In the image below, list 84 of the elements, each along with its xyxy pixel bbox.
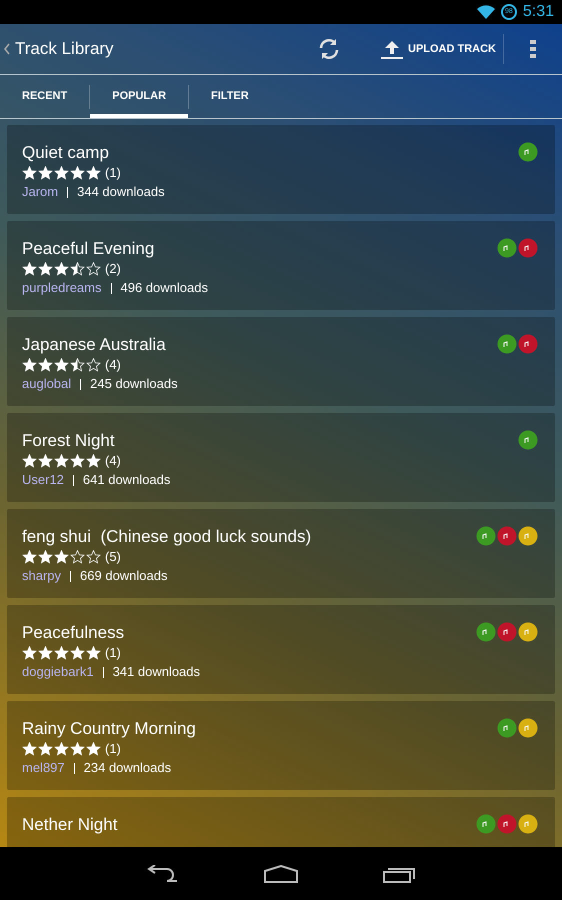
refresh-icon[interactable] <box>317 37 341 61</box>
star-icon <box>22 550 37 564</box>
star-icon <box>86 550 101 564</box>
download-count: 641 downloads <box>82 471 170 489</box>
star-icon <box>70 262 85 276</box>
track-title: feng shui (Chinese good luck sounds) <box>22 526 312 548</box>
star-icon <box>38 262 53 276</box>
back-icon[interactable] <box>147 864 179 882</box>
rating-count: (1) <box>105 740 121 758</box>
track-card[interactable]: Japanese Australia (4) auglobal 245 downloads <box>7 317 555 406</box>
star-icon <box>22 742 37 756</box>
download-count: 245 downloads <box>90 375 178 393</box>
star-icon <box>70 646 85 660</box>
track-card[interactable]: Quiet camp (1) Jarom 344 downloads <box>7 125 555 214</box>
star-icon <box>86 166 101 180</box>
star-icon <box>22 358 37 372</box>
star-icon <box>54 166 69 180</box>
clock: 5:31 <box>522 2 554 22</box>
author-link[interactable]: purpledreams <box>22 278 102 298</box>
star-icon <box>70 166 85 180</box>
star-icon <box>54 358 69 372</box>
wifi-icon <box>476 5 495 19</box>
track-card[interactable]: Forest Night (4) User12 641 downloads <box>7 413 555 502</box>
rating-count: (2) <box>105 260 121 278</box>
track-title: Nether Night <box>22 814 118 836</box>
star-icon <box>70 742 85 756</box>
rating-count: (4) <box>105 356 121 374</box>
download-count: 344 downloads <box>77 183 165 201</box>
home-icon[interactable] <box>264 864 298 882</box>
star-icon <box>54 262 69 276</box>
star-icon <box>38 550 53 564</box>
star-icon <box>38 742 53 756</box>
download-count: 669 downloads <box>80 567 168 585</box>
download-count: 341 downloads <box>112 663 200 681</box>
track-title: Japanese Australia <box>22 334 167 356</box>
track-title: Rainy Country Morning <box>22 718 197 740</box>
star-icon <box>70 550 85 564</box>
author-link[interactable]: sharpy <box>22 566 62 586</box>
download-count: 496 downloads <box>120 279 208 297</box>
track-title: Peacefulness <box>22 622 126 644</box>
star-icon <box>54 646 69 660</box>
star-icon <box>86 454 101 468</box>
track-title: Peaceful Evening <box>22 238 156 260</box>
rating-count: (5) <box>105 548 121 566</box>
track-card[interactable]: Rainy Country Morning (1) mel897 234 downloads <box>7 701 555 790</box>
back-chevron-icon[interactable] <box>4 43 10 55</box>
star-icon <box>22 454 37 468</box>
download-count: 234 downloads <box>84 759 172 777</box>
overflow-menu-icon[interactable] <box>530 40 536 58</box>
rating-count: (1) <box>105 644 121 662</box>
star-icon <box>86 358 101 372</box>
star-icon <box>54 454 69 468</box>
star-icon <box>22 646 37 660</box>
author-link[interactable]: doggiebark1 <box>22 662 94 682</box>
star-icon <box>54 742 69 756</box>
tab[interactable]: POPULAR <box>90 75 188 118</box>
upload-track-button[interactable]: UPLOAD TRACK <box>381 24 496 74</box>
author-link[interactable]: User12 <box>22 470 64 490</box>
author-link[interactable]: auglobal <box>22 374 72 394</box>
star-icon <box>70 358 85 372</box>
track-title: Quiet camp <box>22 142 110 164</box>
track-card[interactable]: Peacefulness (1) doggiebark1 341 downloads <box>7 605 555 694</box>
star-icon <box>22 166 37 180</box>
star-icon <box>38 358 53 372</box>
rating-count: (1) <box>105 164 121 182</box>
star-icon <box>38 166 53 180</box>
star-icon <box>86 262 101 276</box>
star-icon <box>86 742 101 756</box>
star-icon <box>86 646 101 660</box>
screen-title: Track Library <box>15 38 114 60</box>
star-icon <box>38 454 53 468</box>
track-card[interactable]: Peaceful Evening (2) purpledreams 496 downloads <box>7 221 555 310</box>
star-icon <box>22 262 37 276</box>
tab[interactable]: RECENT <box>0 75 90 118</box>
track-card[interactable]: Nether Night <box>7 797 555 847</box>
track-title: Forest Night <box>22 430 116 452</box>
track-card[interactable]: feng shui (Chinese good luck sounds) (5) sharpy 669 downloads <box>7 509 555 598</box>
upload-icon <box>381 39 403 59</box>
rating-count: (4) <box>105 452 121 470</box>
star-icon <box>38 646 53 660</box>
tab[interactable]: FILTER <box>189 75 271 118</box>
star-icon <box>70 454 85 468</box>
star-icon <box>54 550 69 564</box>
author-link[interactable]: Jarom <box>22 182 58 202</box>
